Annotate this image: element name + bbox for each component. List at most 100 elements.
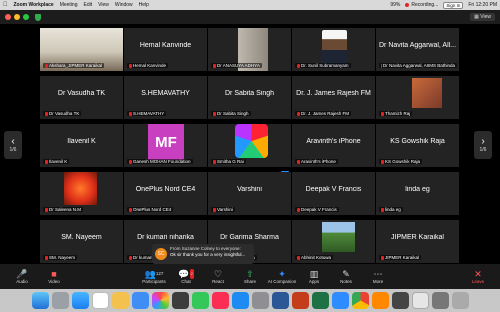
participants-button[interactable]: 👥 127 Participants: [138, 269, 170, 284]
ai-companion-label: AI Companion: [267, 279, 297, 284]
vlc-icon[interactable]: [371, 292, 389, 309]
microphone-muted-icon: [129, 111, 132, 116]
page-indicator-left: 1/6: [9, 147, 17, 153]
notes-app-icon[interactable]: [111, 292, 129, 309]
participant-tile[interactable]: Abhinit Kotuwa: [292, 220, 375, 263]
participant-tile[interactable]: Aravinth's iPhone Aravinth's iPhone: [292, 124, 375, 167]
share-button[interactable]: ⇧ Share: [234, 269, 266, 284]
chat-icon: 💬 2: [178, 269, 194, 279]
ai-companion-button[interactable]: ✦ AI Companion: [266, 269, 298, 284]
participant-tile[interactable]: Deepak V Francis Deepak V Francis: [292, 172, 375, 215]
participant-name: Ilavenil K: [67, 138, 96, 145]
messages-icon[interactable]: [191, 292, 209, 309]
next-page-button[interactable]: › 1/6: [474, 131, 492, 159]
react-button[interactable]: ♡ React: [202, 269, 234, 284]
menu-help[interactable]: Help: [139, 2, 149, 8]
maximize-window-button[interactable]: [23, 14, 29, 20]
participant-tile[interactable]: Dr. Sunil Subramanyam: [292, 28, 375, 71]
safari-icon[interactable]: [71, 292, 89, 309]
system-settings-icon[interactable]: [251, 292, 269, 309]
preview-icon[interactable]: [411, 292, 429, 309]
security-shield-icon[interactable]: [35, 13, 41, 21]
participant-tile[interactable]: linda eg linda eg: [376, 172, 459, 215]
participant-tile[interactable]: Smitha G Rai: [208, 124, 291, 167]
powerpoint-icon[interactable]: [291, 292, 309, 309]
microphone-muted-icon: [381, 207, 384, 212]
participant-tile[interactable]: S.HEMAVATHY S.HEMAVATHY: [124, 76, 207, 119]
finder-icon[interactable]: [31, 292, 49, 309]
participant-label: Aravinth's iPhone: [295, 159, 338, 164]
chat-notification[interactable]: SC From Suzanne Colney to everyone: Ok s…: [152, 244, 254, 264]
more-button[interactable]: ⋯ More: [362, 269, 394, 284]
participant-label-text: Dr Sabita Singh: [217, 111, 249, 116]
previous-page-button[interactable]: ‹ 1/6: [4, 131, 22, 159]
music-icon[interactable]: [211, 292, 229, 309]
participant-label-text: Dr Navita Aggarwal, AIIMS Bathinda: [382, 63, 455, 68]
chevron-right-icon: ›: [481, 136, 485, 147]
menu-meeting[interactable]: Meeting: [60, 2, 78, 8]
close-window-button[interactable]: [5, 14, 11, 20]
participant-video: [322, 30, 347, 66]
participant-tile[interactable]: JIPMER Karaikal JIPMER Karaikal: [376, 220, 459, 263]
word-icon[interactable]: [271, 292, 289, 309]
apple-icon[interactable]: : [3, 2, 8, 8]
participant-tile[interactable]: OnePlus Nord CE4 OnePlus Nord CE4: [124, 172, 207, 215]
downloads-stack-icon[interactable]: [431, 292, 449, 309]
mail-icon[interactable]: [131, 292, 149, 309]
participant-tile[interactable]: Dr Navita Aggarwal, All... Dr Navita Agga…: [376, 28, 459, 71]
participant-label: Ilavenil K: [43, 159, 70, 164]
chat-button[interactable]: 💬 2 Chat: [170, 269, 202, 284]
participant-label: Akshara_JIPMER Karaikal: [43, 63, 105, 68]
participant-tile[interactable]: Ilavenil K Ilavenil K: [40, 124, 123, 167]
zoom-icon[interactable]: [331, 292, 349, 309]
clock[interactable]: Fri 12:20 PM: [468, 2, 497, 8]
leave-button[interactable]: ✕ Leave: [462, 269, 494, 284]
menu-view[interactable]: View: [98, 2, 109, 8]
launchpad-icon[interactable]: [51, 292, 69, 309]
participant-label-text: Hemal Kanvinde: [133, 63, 167, 68]
calendar-icon[interactable]: [91, 292, 109, 309]
participant-label: linda eg: [379, 207, 403, 212]
view-button[interactable]: ▦ View: [470, 13, 495, 21]
battery-percent[interactable]: 99%: [390, 2, 400, 8]
participant-tile[interactable]: Dr ANASUYA ADHYA: [208, 28, 291, 71]
chrome-icon[interactable]: [351, 292, 369, 309]
facetime-icon[interactable]: [171, 292, 189, 309]
participant-label-text: Dr. Sunil Subramanyam: [301, 63, 349, 68]
menu-edit[interactable]: Edit: [84, 2, 93, 8]
recording-indicator[interactable]: Recording...: [405, 2, 438, 8]
excel-icon[interactable]: [311, 292, 329, 309]
participant-tile[interactable]: Varshini Varshini: [208, 172, 291, 215]
grid-icon: ▦: [474, 14, 479, 20]
participant-tile[interactable]: Dr Sabita Singh Dr Sabita Singh: [208, 76, 291, 119]
participant-tile[interactable]: Dr. J. James Rajesh FM Dr. J. James Rajes…: [292, 76, 375, 119]
record-dot-icon: [405, 3, 410, 7]
apps-button[interactable]: ▥ Apps: [298, 269, 330, 284]
terminal-icon[interactable]: [391, 292, 409, 309]
participant-tile[interactable]: MF Ganesh MOHAN Foundation: [124, 124, 207, 167]
chat-label: Chat: [181, 279, 191, 284]
video-button[interactable]: ■ Video: [38, 269, 70, 284]
trash-icon[interactable]: [451, 292, 469, 309]
participant-tile[interactable]: SM. Nayeem SM. Nayeem: [40, 220, 123, 263]
app-store-icon[interactable]: [231, 292, 249, 309]
share-label: Share: [243, 279, 256, 284]
notes-button[interactable]: ✎ Notes: [330, 269, 362, 284]
minimize-window-button[interactable]: [14, 14, 20, 20]
participant-tile[interactable]: Hemal Kanvinde Hemal Kanvinde: [124, 28, 207, 71]
participant-tile[interactable]: Thamizh Raj: [376, 76, 459, 119]
participant-tile[interactable]: Dr Vasudha TK Dr Vasudha TK: [40, 76, 123, 119]
menu-window[interactable]: Window: [115, 2, 133, 8]
audio-button[interactable]: 🎤 Audio: [6, 269, 38, 284]
photos-icon[interactable]: [151, 292, 169, 309]
microphone-muted-icon: [297, 63, 300, 68]
window-titlebar: ▦ View: [0, 10, 500, 24]
microphone-muted-icon: [129, 63, 132, 68]
participant-tile[interactable]: Dr Saleena N.M: [40, 172, 123, 215]
participant-video: [412, 78, 442, 108]
participant-tile[interactable]: Akshara_JIPMER Karaikal: [40, 28, 123, 71]
app-menu[interactable]: Zoom Workplace: [14, 2, 54, 8]
sign-in-button[interactable]: Sign In: [443, 1, 464, 9]
participant-tile[interactable]: KS Gowshik Raja KS Gowshik Raja: [376, 124, 459, 167]
view-label: View: [480, 14, 491, 20]
